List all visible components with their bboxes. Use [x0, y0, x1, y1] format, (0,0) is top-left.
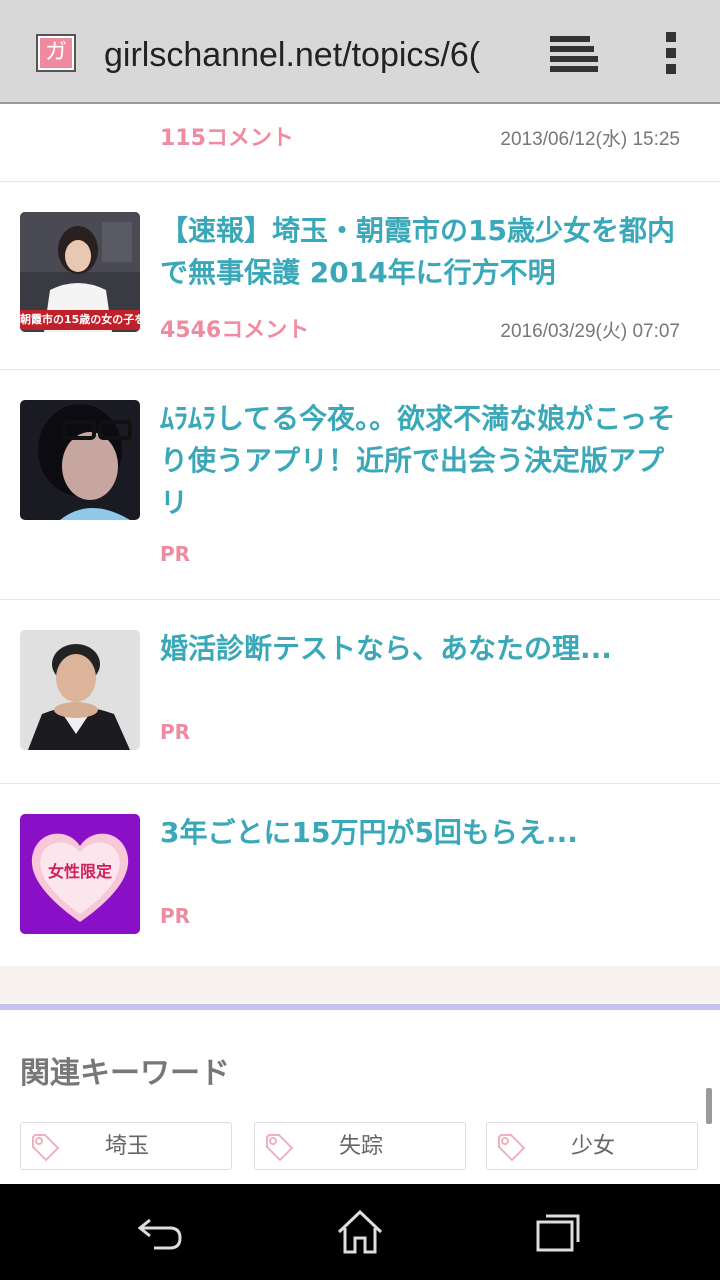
keyword-tag-label: 埼玉 — [104, 1134, 149, 1159]
section-divider — [0, 966, 720, 1010]
ad-thumbnail-text: 女性限定 — [47, 862, 112, 881]
comment-count[interactable]: 4546コメント — [160, 312, 309, 344]
post-date: 2013/06/12(水) 15:25 — [500, 129, 680, 150]
ad-row[interactable]: 女性限定 3年ごとに15万円が5回もらえ... PR — [0, 784, 720, 966]
ad-photo — [20, 400, 140, 520]
keyword-tag-label: 少女 — [570, 1134, 615, 1159]
related-keywords-heading: 関連キーワード — [20, 1056, 230, 1091]
browser-toolbar: ガ girlschannel.net/topics/6( — [0, 0, 720, 104]
pr-badge: PR — [160, 904, 191, 928]
comment-count[interactable]: 115コメント — [160, 120, 294, 152]
topic-title[interactable]: 【速報】埼玉・朝霞市の15歳少女を都内で無事保護 2014年に行方不明 — [160, 210, 690, 294]
ad-title[interactable]: ﾑﾗﾑﾗしてる今夜。。欲求不満な娘がこっそり使うアプリ！近所で出会う決定版アプリ — [160, 398, 690, 524]
ad-title[interactable]: 婚活診断テストなら、あなたの理... — [160, 628, 690, 670]
ad-thumbnail[interactable] — [20, 630, 140, 750]
news-thumbnail[interactable]: 朝霞市の15歳の女の子を都内で — [20, 212, 140, 332]
scrollbar[interactable] — [706, 1088, 712, 1124]
ad-title[interactable]: 3年ごとに15万円が5回もらえ... — [160, 812, 690, 854]
keyword-tag-label: 失踪 — [338, 1134, 383, 1159]
page-content: 115コメント 2013/06/12(水) 15:25 朝霞市の15歳の女の子を… — [0, 104, 720, 1184]
favicon-glyph: ガ — [40, 38, 72, 68]
topic-row[interactable]: 朝霞市の15歳の女の子を都内で 【速報】埼玉・朝霞市の15歳少女を都内で無事保護… — [0, 182, 720, 370]
url-field[interactable]: girlschannel.net/topics/6( — [104, 30, 510, 80]
tabs-icon[interactable] — [548, 34, 602, 74]
ad-photo — [20, 630, 140, 750]
recent-apps-icon[interactable] — [534, 1208, 584, 1256]
ad-thumbnail[interactable]: 女性限定 — [20, 814, 140, 934]
keyword-tag[interactable]: 埼玉 — [20, 1122, 232, 1170]
home-icon[interactable] — [335, 1208, 385, 1256]
pr-badge: PR — [160, 720, 191, 744]
ad-thumbnail[interactable] — [20, 400, 140, 520]
ad-row[interactable]: 婚活診断テストなら、あなたの理... PR — [0, 600, 720, 784]
keyword-tag[interactable]: 少女 — [486, 1122, 698, 1170]
system-navigation-bar — [0, 1184, 720, 1280]
favicon-icon: ガ — [36, 34, 76, 72]
thumbnail-caption: 朝霞市の15歳の女の子を都内で — [20, 313, 140, 326]
ad-row[interactable]: ﾑﾗﾑﾗしてる今夜。。欲求不満な娘がこっそり使うアプリ！近所で出会う決定版アプリ… — [0, 370, 720, 600]
back-icon[interactable] — [136, 1208, 186, 1256]
keyword-tag[interactable]: 失踪 — [254, 1122, 466, 1170]
post-date: 2016/03/29(火) 07:07 — [500, 321, 680, 342]
pr-badge: PR — [160, 542, 191, 566]
overflow-menu-icon[interactable] — [662, 30, 682, 76]
topic-row-partial[interactable]: 115コメント 2013/06/12(水) 15:25 — [0, 104, 720, 182]
